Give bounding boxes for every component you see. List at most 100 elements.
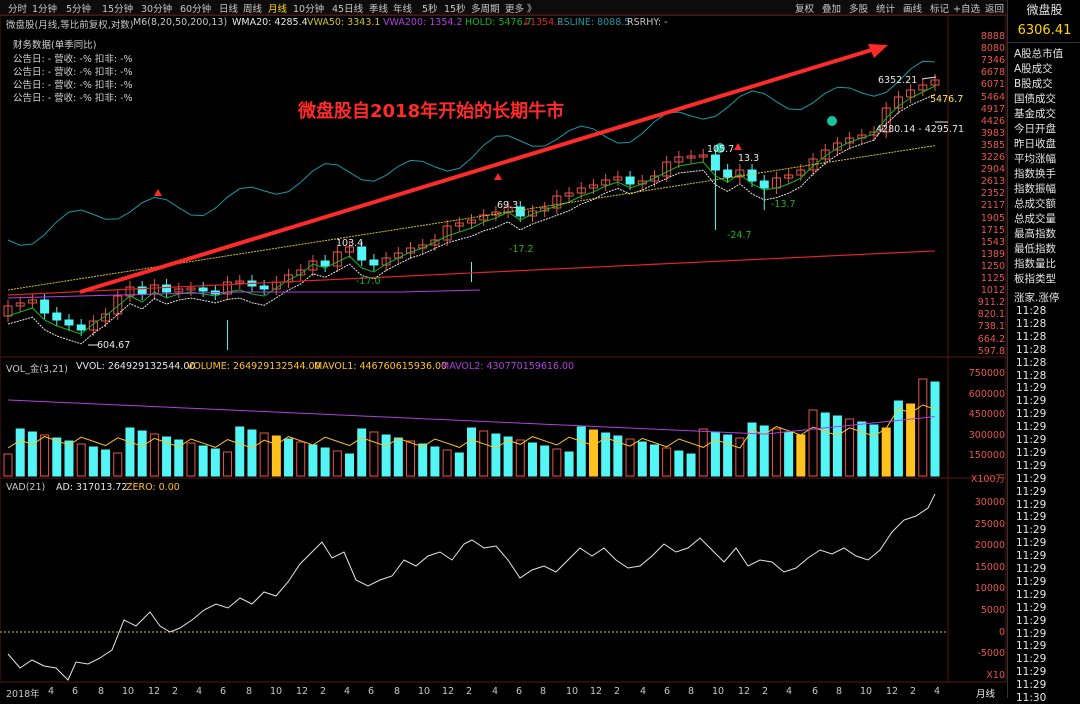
volume-bar — [88, 446, 98, 477]
price-axis-label: 820.1 — [977, 309, 1005, 321]
signal-marker — [494, 173, 502, 180]
swing-label: -24.7 — [727, 230, 752, 241]
volume-bar — [198, 445, 208, 477]
volume-bar — [418, 443, 428, 477]
volume-bar — [857, 421, 867, 477]
sidebar-time: 11:29 — [1016, 421, 1047, 434]
sidebar-time: 11:29 — [1016, 575, 1047, 588]
sidebar-item: A股总市值 — [1014, 48, 1064, 60]
sidebar-item: 平均涨幅 — [1014, 153, 1056, 165]
vad-line — [7, 493, 936, 681]
swing-label: -17.2 — [509, 244, 534, 255]
volume-bar — [808, 409, 818, 477]
volume-bar — [686, 453, 696, 477]
volume-bar — [406, 440, 416, 477]
time-axis-label: 2 — [762, 686, 769, 697]
price-axis-label: 6678 — [980, 67, 1005, 79]
candle-body — [320, 260, 330, 267]
price-axis-label: 1389 — [980, 248, 1005, 260]
sidebar-item: 指数换手 — [1014, 168, 1056, 180]
vol-title: VOL_金(3,21) — [6, 364, 68, 375]
time-axis-label: 10 — [418, 686, 431, 697]
price-axis-label: 4917 — [980, 103, 1005, 115]
time-axis-label: 2 — [910, 686, 917, 697]
volume-bar — [430, 446, 440, 477]
candle-body — [162, 284, 172, 293]
sidebar-item: 基金成交 — [1014, 108, 1056, 120]
volume-bar — [381, 434, 391, 477]
time-axis-label: 4 — [640, 686, 647, 697]
volume-bar — [235, 426, 245, 477]
candle-body — [76, 324, 86, 331]
sidebar-time: 11:29 — [1016, 511, 1047, 524]
vad-axis-label: 10000 — [974, 583, 1005, 595]
price-axis-label: 738.1 — [977, 321, 1005, 333]
volume-bar — [918, 378, 928, 477]
volume-bar — [271, 435, 281, 477]
time-axis-label: 10 — [566, 686, 579, 697]
time-axis-label: 6 — [516, 686, 523, 697]
time-axis-label: 12 — [886, 686, 899, 697]
volume-bar — [259, 432, 269, 477]
range-label: 4280.14 - 4295.71 — [876, 124, 965, 135]
volume-axis-label: 150000 — [968, 450, 1005, 462]
vad-axis-label: 20000 — [974, 540, 1005, 552]
price-pane-frame — [0, 14, 1007, 358]
volume-bar — [588, 429, 598, 477]
candle-body — [747, 169, 757, 182]
volume-bar — [454, 452, 464, 477]
volume-bar — [723, 434, 733, 477]
rsline-value: RSLINE: 8088.5 — [557, 17, 631, 28]
swing-label: 69.3 — [497, 200, 519, 211]
volume-bar — [930, 381, 940, 477]
volume-bar — [15, 428, 25, 477]
volume-bar — [662, 447, 672, 477]
price-low-label: 604.67 — [97, 340, 131, 351]
price-axis-label: 1125 — [980, 273, 1005, 284]
volume-bar — [52, 437, 62, 477]
volume-bar — [503, 436, 513, 477]
price-axis-label: 1715 — [980, 224, 1005, 236]
time-axis-label: 4 — [786, 686, 793, 697]
time-axis-label: 12 — [590, 686, 603, 697]
finance-row: 公告日: - 营收: -% 扣非: -% — [13, 80, 133, 91]
price-axis-label: 1905 — [980, 212, 1005, 224]
volume-bar — [296, 441, 306, 477]
vad-axis-label: X10 — [986, 669, 1005, 681]
volume-bar — [308, 444, 318, 477]
trend-arrow — [79, 46, 879, 294]
volume-bar — [223, 451, 233, 477]
sidebar-time: 11:29 — [1016, 614, 1047, 627]
chart-title: 微盘股(月线,等比前复权,对数) — [6, 20, 134, 31]
volume-value: VOLUME: 264929132544.00 — [187, 361, 321, 372]
sidebar-time: 11:29 — [1016, 408, 1047, 421]
volume-axis-label: 300000 — [968, 429, 1005, 441]
volume-bar — [564, 451, 574, 477]
rsrhy-value: RSRHY: - — [627, 17, 668, 28]
time-axis-label: 4 — [48, 686, 55, 697]
swing-label: 103.4 — [336, 238, 364, 249]
price-axis-label: 911.2 — [977, 297, 1005, 309]
swing-label: -13.7 — [771, 199, 796, 210]
sidebar-item: 昨日收盘 — [1014, 138, 1056, 150]
vad-axis-label: 5000 — [980, 605, 1005, 616]
sidebar-time: 11:29 — [1016, 601, 1047, 614]
vad-axis-label: -5000 — [977, 648, 1005, 660]
volume-bar — [393, 437, 403, 477]
price-axis-label: 5464 — [980, 91, 1005, 103]
swing-label: 105.7 — [707, 144, 735, 155]
volume-bar — [101, 449, 111, 477]
sidebar-item: 最高指数 — [1014, 228, 1056, 240]
sidebar-time: 11:29 — [1016, 679, 1047, 692]
volume-bar — [906, 403, 916, 477]
finance-row: 公告日: - 营收: -% 扣非: -% — [13, 67, 133, 78]
time-axis-label: 4 — [934, 686, 941, 697]
sidebar-time: 11:28 — [1016, 369, 1047, 382]
time-axis-label: 10 — [860, 686, 873, 697]
volume-axis-label: 450000 — [968, 409, 1005, 421]
sidebar-time: 11:28 — [1016, 317, 1047, 330]
volume-bar — [3, 453, 13, 477]
sidebar-time: 11:30 — [1016, 692, 1047, 704]
trend-arrow-head — [868, 44, 888, 58]
time-axis-label: 8 — [540, 686, 547, 697]
